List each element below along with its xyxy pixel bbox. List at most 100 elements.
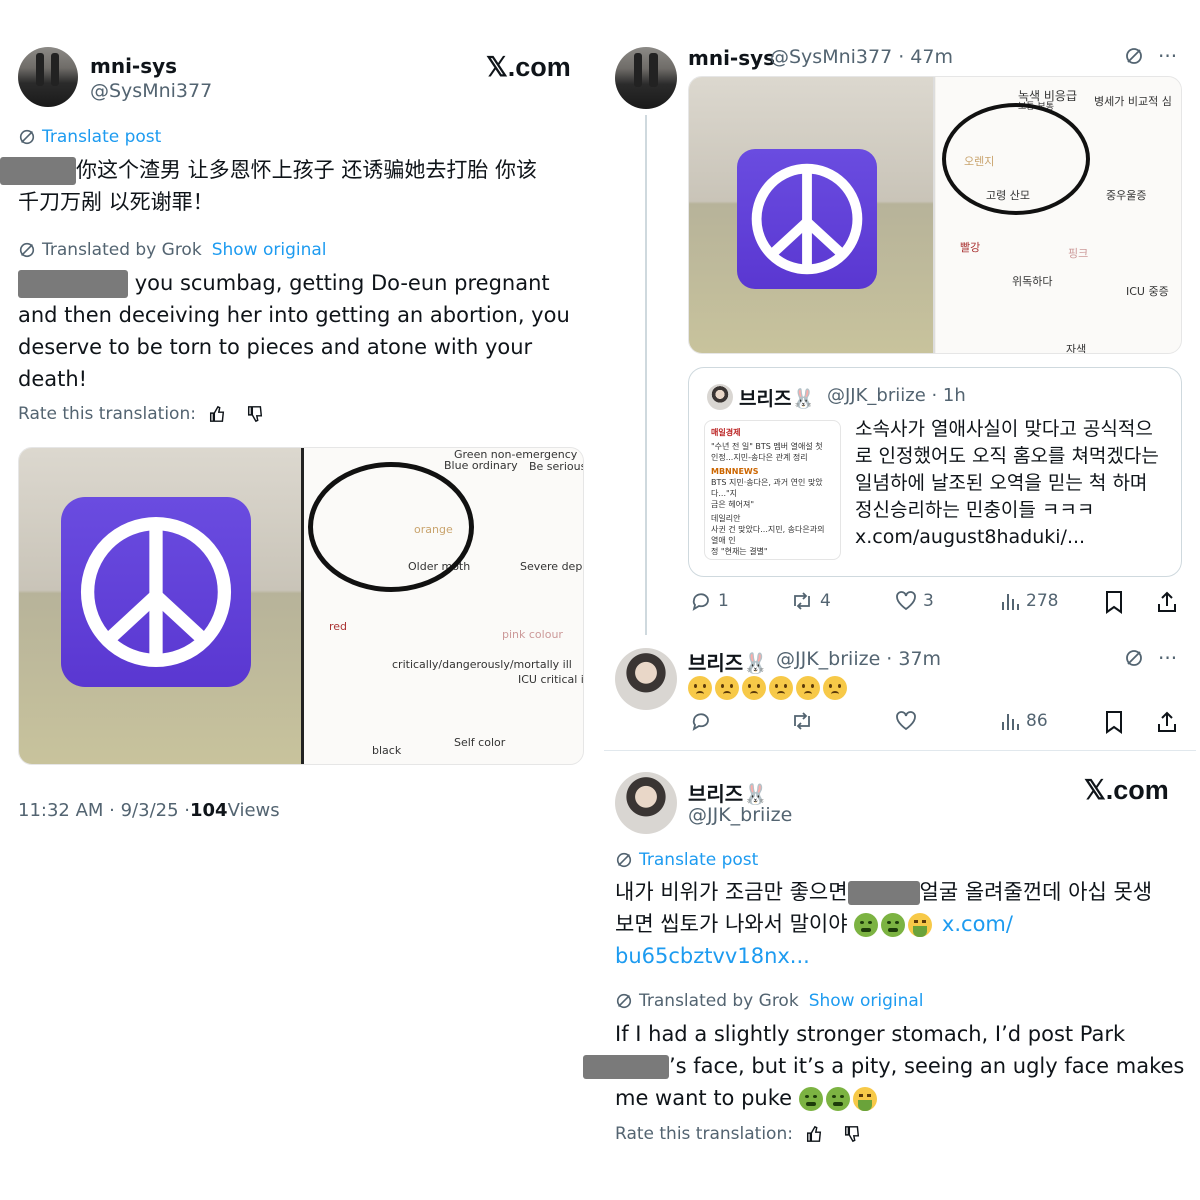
- show-original-link[interactable]: Show original: [809, 991, 924, 1011]
- thumbs-up-icon[interactable]: [208, 405, 226, 423]
- views-button[interactable]: 278: [1000, 590, 1058, 612]
- quote-line-4: 정신승리하는 민충이들 ㅋㅋㅋ: [855, 499, 1095, 521]
- bottom-brand-logo: 𝕏.com: [1084, 775, 1169, 805]
- reply-avatar[interactable]: [615, 648, 677, 710]
- reply-handle-time[interactable]: @JJK_briize · 37m: [776, 648, 941, 670]
- bottom-display-name[interactable]: 브리즈🐰: [688, 778, 768, 807]
- translated-line-1: If I had a slightly stronger stomach, I’…: [615, 1022, 1126, 1046]
- left-handle[interactable]: @SysMni377: [90, 80, 212, 102]
- news-line-8: 정 "현재는 결별": [711, 547, 768, 556]
- more-options-icon[interactable]: ···: [1158, 646, 1177, 670]
- reply-icon: [692, 593, 709, 611]
- translated-line-2: ’s face, but it’s a pity, seeing an ugly…: [669, 1054, 1185, 1078]
- share-icon[interactable]: [1156, 710, 1178, 734]
- kr-label-8: 핑크: [1068, 247, 1089, 260]
- left-display-name[interactable]: mni-sys: [90, 54, 177, 78]
- media-label-icu: ICU critical illnes: [518, 673, 584, 686]
- kr-label-9: 위독하다: [1012, 275, 1053, 288]
- post-link-1[interactable]: x.com/: [942, 912, 1013, 936]
- left-translated-by: Translated by Grok Show original: [18, 240, 327, 260]
- repost-button[interactable]: 4: [790, 590, 831, 612]
- peace-emoji-overlay: [737, 149, 877, 289]
- redacted-name: [18, 270, 128, 298]
- grok-icon[interactable]: [1124, 46, 1144, 66]
- nauseated-emoji: [881, 913, 906, 937]
- translated-line-1: you scumbag, getting Do-eun pregnant: [134, 271, 550, 295]
- vomiting-emoji: [908, 913, 933, 937]
- like-button[interactable]: 3: [895, 590, 934, 612]
- translated-line-2: and then deceiving her into getting an a…: [18, 303, 570, 327]
- sad-face-emoji: [769, 676, 793, 700]
- kr-label-10: ICU 중증: [1126, 285, 1169, 298]
- quote-card[interactable]: 브리즈🐰 @JJK_briize · 1h 매일경제 "수년 전 일" BTS …: [688, 367, 1182, 577]
- bottom-avatar[interactable]: [615, 772, 677, 834]
- right-media[interactable]: 녹색 비응급 병세가 비교적 심 보통 보통 오렌지 고령 산모 중우울증 빨강…: [688, 76, 1182, 354]
- reply-display-name[interactable]: 브리즈🐰: [688, 647, 768, 676]
- original-line-1b: 얼굴 올려줄껀데 아십 못생: [919, 880, 1153, 904]
- translate-label[interactable]: Translate post: [639, 850, 758, 870]
- post-timestamp[interactable]: 11:32 AM · 9/3/25 ·: [18, 800, 190, 821]
- reply-views-count: 86: [1026, 711, 1048, 731]
- translated-by-label: Translated by Grok: [639, 991, 799, 1011]
- left-brand-logo: 𝕏.com: [486, 52, 571, 82]
- right-display-name[interactable]: mni-sys: [688, 46, 775, 70]
- views-icon: [1002, 714, 1019, 730]
- rate-label: Rate this translation:: [18, 404, 196, 424]
- more-options-icon[interactable]: ···: [1158, 44, 1177, 68]
- right-handle-time[interactable]: @SysMni377 · 47m: [770, 46, 953, 68]
- quote-link[interactable]: x.com/august8haduki/...: [855, 524, 1175, 551]
- heart-icon[interactable]: [895, 710, 917, 732]
- views-count: 278: [1026, 591, 1059, 611]
- nauseated-emoji: [854, 913, 879, 937]
- bottom-handle[interactable]: @JJK_briize: [688, 804, 792, 826]
- nauseated-emoji: [825, 1087, 850, 1111]
- bottom-translate-link[interactable]: Translate post: [615, 850, 758, 870]
- share-icon[interactable]: [1156, 590, 1178, 614]
- media-label-serious: Be seriousl: [529, 460, 584, 473]
- news-line-0: 매일경제: [711, 428, 741, 437]
- reply-icon[interactable]: [690, 710, 712, 732]
- reply-button[interactable]: 1: [690, 590, 729, 612]
- translate-icon: [19, 129, 35, 145]
- left-media[interactable]: Green non-emergency Blue ordinary Be ser…: [18, 447, 584, 765]
- thumbs-down-icon[interactable]: [843, 1125, 861, 1143]
- media-label-severe: Severe depressic: [520, 560, 583, 573]
- quote-handle-time: @JJK_briize · 1h: [827, 385, 966, 406]
- translate-label[interactable]: Translate post: [42, 127, 161, 147]
- right-media-divider: [933, 77, 935, 353]
- sad-face-emoji: [715, 676, 739, 700]
- repost-icon[interactable]: [790, 710, 814, 732]
- right-avatar[interactable]: [615, 47, 677, 109]
- views-label: Views: [227, 800, 280, 821]
- original-line-2: 千刀万剐 以死谢罪！: [18, 190, 214, 214]
- quote-line-3: 일념하에 날조된 오역을 믿는 척 하며: [855, 472, 1148, 494]
- repost-icon: [794, 592, 810, 610]
- thumbs-down-icon[interactable]: [246, 405, 264, 423]
- grok-icon[interactable]: [1124, 648, 1144, 668]
- redacted-name: [583, 1055, 669, 1079]
- news-line-4: BTS 지민·송다은, 과거 연인 맞았다..."지: [711, 478, 823, 498]
- reply-views-button[interactable]: 86: [1000, 710, 1048, 732]
- views-icon: [1002, 594, 1019, 610]
- bookmark-icon[interactable]: [1104, 710, 1124, 734]
- redacted-name: [0, 157, 76, 185]
- translated-line-4: death!: [18, 367, 88, 391]
- sad-face-emoji: [823, 676, 847, 700]
- right-media-chart: 녹색 비응급 병세가 비교적 심 보통 보통 오렌지 고령 산모 중우울증 빨강…: [936, 77, 1181, 353]
- original-line-1a: 내가 비위가 조금만 좋으면: [615, 880, 848, 904]
- thread-line: [645, 115, 647, 635]
- media-label-critical: critically/dangerously/mortally ill: [392, 658, 572, 671]
- bottom-original-text: 내가 비위가 조금만 좋으면 얼굴 올려줄껀데 아십 못생 보면 씹토가 나와서 …: [615, 876, 1195, 972]
- thumbs-up-icon[interactable]: [805, 1125, 823, 1143]
- left-translate-link[interactable]: Translate post: [18, 127, 161, 147]
- bookmark-icon[interactable]: [1104, 590, 1124, 614]
- left-rate-row: Rate this translation:: [18, 404, 264, 424]
- media-label-blue: Blue ordinary: [444, 459, 518, 472]
- post-link-2[interactable]: bu65cbztvv18nx...: [615, 944, 810, 968]
- vomiting-emoji: [852, 1087, 877, 1111]
- show-original-link[interactable]: Show original: [212, 240, 327, 260]
- media-circle-annotation: [942, 103, 1090, 215]
- quote-line-1: 소속사가 열애사실이 맞다고 공식적으: [855, 418, 1153, 440]
- bottom-translated-text: If I had a slightly stronger stomach, I’…: [583, 1018, 1195, 1114]
- left-avatar[interactable]: [18, 47, 78, 107]
